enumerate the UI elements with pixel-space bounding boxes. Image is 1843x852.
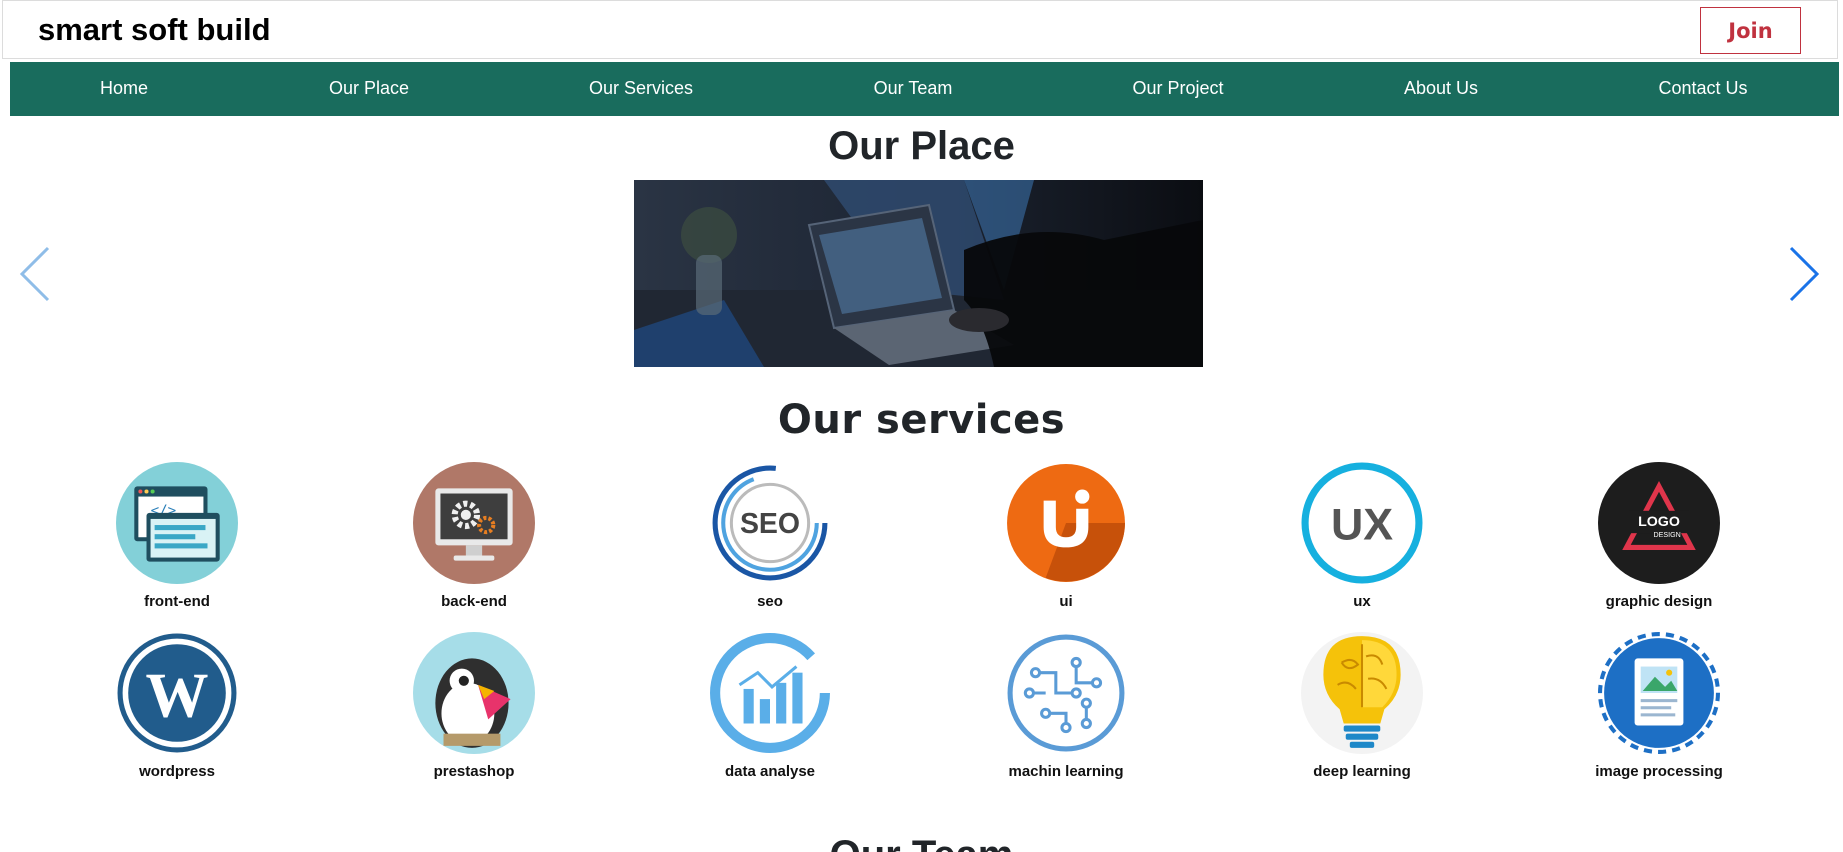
service-item-back-end[interactable]: back-end <box>374 462 574 610</box>
our-services-heading: Our services <box>777 397 1066 443</box>
image-document-icon <box>1598 632 1720 754</box>
nav-item-our-project[interactable]: Our Project <box>1132 78 1223 99</box>
service-label: image processing <box>1595 763 1723 780</box>
service-item-deep-learning[interactable]: deep learning <box>1262 632 1462 780</box>
service-label: front-end <box>144 593 210 610</box>
our-place-heading: Our Place <box>828 124 1015 168</box>
service-item-graphic-design[interactable]: LOGO DESIGN graphic design <box>1559 462 1759 610</box>
our-team-heading: Our Team <box>0 833 1843 852</box>
circuit-icon <box>1007 634 1125 752</box>
nav-item-our-services[interactable]: Our Services <box>589 78 693 99</box>
carousel-image <box>634 180 1203 367</box>
service-label: prestashop <box>433 763 515 780</box>
service-label: data analyse <box>724 763 816 780</box>
ux-icon: UX <box>1301 462 1423 584</box>
svg-text:LOGO: LOGO <box>1638 514 1680 530</box>
data-chart-icon <box>710 633 830 753</box>
ui-icon <box>1007 464 1125 582</box>
carousel-prev-icon[interactable] <box>18 244 58 304</box>
carousel-next-icon[interactable] <box>1781 244 1821 304</box>
service-item-seo[interactable]: SEO seo <box>670 462 870 610</box>
wordpress-icon: W <box>117 633 237 753</box>
service-label: deep learning <box>1313 763 1411 780</box>
logo-design-icon: LOGO DESIGN <box>1598 462 1720 584</box>
service-label: ui <box>1059 593 1073 610</box>
brand-logo-text[interactable]: smart soft build <box>38 12 271 48</box>
service-item-wordpress[interactable]: W wordpress <box>77 632 277 780</box>
service-item-data-analyse[interactable]: data analyse <box>670 632 870 780</box>
top-bar: smart soft build Join <box>2 0 1838 59</box>
service-label: wordpress <box>139 763 215 780</box>
service-label: graphic design <box>1605 593 1713 610</box>
code-window-icon: </> <box>116 462 238 584</box>
service-item-ui[interactable]: ui <box>966 462 1166 610</box>
nav-item-our-team[interactable]: Our Team <box>874 78 953 99</box>
service-label: seo <box>757 593 783 610</box>
nav-item-home[interactable]: Home <box>100 78 148 99</box>
svg-text:W: W <box>145 660 208 730</box>
join-button[interactable]: Join <box>1700 7 1801 54</box>
brain-bulb-icon <box>1301 632 1423 754</box>
service-item-front-end[interactable]: </> front-end <box>77 462 277 610</box>
seo-icon: SEO <box>712 465 828 581</box>
svg-text:SEO: SEO <box>740 508 800 540</box>
service-item-prestashop[interactable]: prestashop <box>374 632 574 780</box>
service-label: machin learning <box>1008 763 1124 780</box>
monitor-gears-icon <box>413 462 535 584</box>
nav-item-contact-us[interactable]: Contact Us <box>1658 78 1747 99</box>
main-nav: Home Our Place Our Services Our Team Our… <box>10 62 1839 116</box>
nav-item-our-place[interactable]: Our Place <box>329 78 409 99</box>
svg-text:UX: UX <box>1331 500 1393 549</box>
service-item-image-processing[interactable]: image processing <box>1559 632 1759 780</box>
nav-item-about-us[interactable]: About Us <box>1404 78 1478 99</box>
service-item-ux[interactable]: UX ux <box>1262 462 1462 610</box>
prestashop-icon <box>413 632 535 754</box>
service-label: ux <box>1353 593 1371 610</box>
service-item-machin-learning[interactable]: machin learning <box>966 632 1166 780</box>
svg-text:DESIGN: DESIGN <box>1654 531 1681 539</box>
service-label: back-end <box>441 593 507 610</box>
